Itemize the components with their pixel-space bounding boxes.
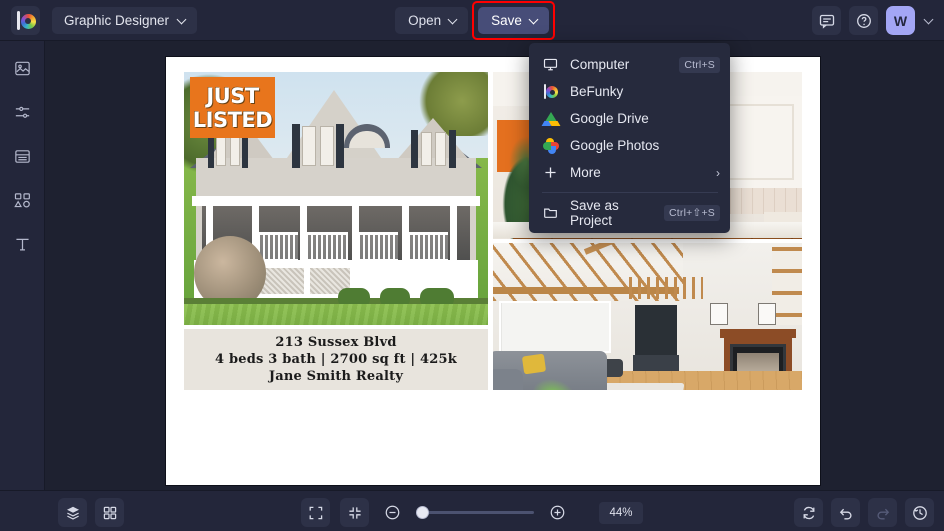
menu-item-more[interactable]: More › bbox=[529, 159, 730, 186]
shapes-icon bbox=[13, 192, 30, 207]
menu-item-shortcut: Ctrl+S bbox=[679, 56, 720, 73]
zoom-slider-handle[interactable] bbox=[416, 505, 429, 519]
monitor-icon bbox=[542, 56, 559, 73]
chevron-right-icon: › bbox=[716, 165, 720, 180]
account-menu-button[interactable] bbox=[923, 16, 934, 25]
chevron-down-icon bbox=[449, 16, 458, 25]
user-avatar[interactable]: W bbox=[886, 6, 915, 35]
collapse-button[interactable] bbox=[340, 498, 369, 527]
property-info-card[interactable]: 213 Sussex Blvd 4 beds 3 bath | 2700 sq … bbox=[184, 329, 488, 390]
fit-screen-button[interactable] bbox=[301, 498, 330, 527]
plus-icon bbox=[542, 164, 559, 181]
sidebar-item-text[interactable] bbox=[7, 231, 37, 257]
collapse-icon bbox=[348, 506, 361, 519]
left-sidebar bbox=[0, 41, 45, 531]
zoom-out-button[interactable] bbox=[379, 499, 406, 526]
befunky-graphic-designer-app: Graphic Designer Open Save W JUST LISTED… bbox=[0, 0, 944, 531]
chevron-down-icon bbox=[530, 16, 539, 25]
badge-line-1: JUST bbox=[206, 83, 259, 108]
menu-item-google-drive[interactable]: Google Drive bbox=[529, 105, 730, 132]
just-listed-badge[interactable]: JUST LISTED bbox=[190, 77, 275, 138]
reset-button[interactable] bbox=[794, 498, 823, 527]
zoom-in-button[interactable] bbox=[544, 499, 571, 526]
menu-item-label: More bbox=[570, 165, 601, 180]
house-exterior-photo[interactable]: JUST LISTED bbox=[184, 72, 488, 326]
canvas-workspace[interactable]: JUST LISTED 213 Sussex Blvd 4 beds 3 bat… bbox=[45, 41, 944, 490]
minus-circle-icon bbox=[385, 505, 400, 520]
question-circle-icon bbox=[856, 13, 871, 28]
top-right-group: W bbox=[812, 6, 934, 35]
open-button[interactable]: Open bbox=[395, 7, 469, 34]
google-drive-icon bbox=[541, 110, 560, 127]
fit-screen-icon bbox=[309, 506, 322, 519]
badge-line-2: LISTED bbox=[192, 107, 273, 132]
image-icon bbox=[14, 61, 30, 75]
menu-item-label: Save as Project bbox=[570, 197, 619, 228]
menu-item-computer[interactable]: Computer Ctrl+S bbox=[529, 51, 730, 78]
menu-divider bbox=[542, 192, 718, 193]
menu-item-google-photos[interactable]: Google Photos bbox=[529, 132, 730, 159]
chat-bubble-icon bbox=[819, 14, 834, 29]
living-room-photo[interactable] bbox=[493, 242, 802, 390]
sidebar-item-edit[interactable] bbox=[7, 99, 37, 125]
open-button-label: Open bbox=[408, 13, 442, 28]
feedback-button[interactable] bbox=[812, 6, 841, 35]
property-details: 4 beds 3 bath | 2700 sq ft | 425k bbox=[215, 352, 457, 368]
folder-icon bbox=[542, 204, 559, 221]
redo-button[interactable] bbox=[868, 498, 897, 527]
sidebar-item-image[interactable] bbox=[7, 55, 37, 81]
help-button[interactable] bbox=[849, 6, 878, 35]
text-icon bbox=[15, 238, 29, 250]
befunky-logo-icon bbox=[542, 83, 559, 100]
sidebar-item-templates[interactable] bbox=[7, 143, 37, 169]
template-icon bbox=[14, 149, 30, 163]
bottom-right-group bbox=[794, 498, 934, 527]
sliders-icon bbox=[15, 106, 29, 118]
menu-item-befunky[interactable]: BeFunky bbox=[529, 78, 730, 105]
history-button[interactable] bbox=[905, 498, 934, 527]
redo-icon bbox=[877, 508, 889, 519]
chevron-down-icon bbox=[925, 16, 934, 25]
undo-icon bbox=[839, 508, 851, 519]
save-button-wrapper: Save bbox=[472, 1, 555, 40]
menu-item-label: Google Drive bbox=[570, 111, 649, 126]
top-toolbar: Graphic Designer Open Save W bbox=[0, 0, 944, 41]
property-address: 213 Sussex Blvd bbox=[275, 335, 397, 351]
history-icon bbox=[912, 505, 927, 520]
save-dropdown-menu[interactable]: Computer Ctrl+S BeFunky Google Drive Goo… bbox=[529, 43, 730, 233]
menu-item-label: Google Photos bbox=[570, 138, 660, 153]
undo-button[interactable] bbox=[831, 498, 860, 527]
save-button[interactable]: Save bbox=[478, 7, 549, 34]
reset-icon bbox=[803, 506, 814, 519]
menu-item-save-as-project[interactable]: Save as Project Ctrl+⇧+S bbox=[529, 197, 730, 228]
bottom-toolbar: 44% bbox=[0, 490, 944, 531]
realty-name: Jane Smith Realty bbox=[268, 369, 404, 385]
collage-left-column: JUST LISTED 213 Sussex Blvd 4 beds 3 bat… bbox=[184, 72, 493, 390]
center-toolbar-group: Open Save bbox=[0, 1, 944, 40]
menu-item-shortcut: Ctrl+⇧+S bbox=[664, 204, 720, 221]
zoom-slider[interactable] bbox=[416, 505, 534, 519]
google-photos-icon bbox=[542, 137, 559, 154]
avatar-initial: W bbox=[893, 12, 908, 29]
plus-circle-icon bbox=[550, 505, 565, 520]
menu-item-label: Computer bbox=[570, 57, 630, 72]
save-button-label: Save bbox=[491, 13, 522, 28]
sidebar-item-graphics[interactable] bbox=[7, 187, 37, 213]
menu-item-label: BeFunky bbox=[570, 84, 624, 99]
zoom-level-display[interactable]: 44% bbox=[599, 501, 643, 524]
